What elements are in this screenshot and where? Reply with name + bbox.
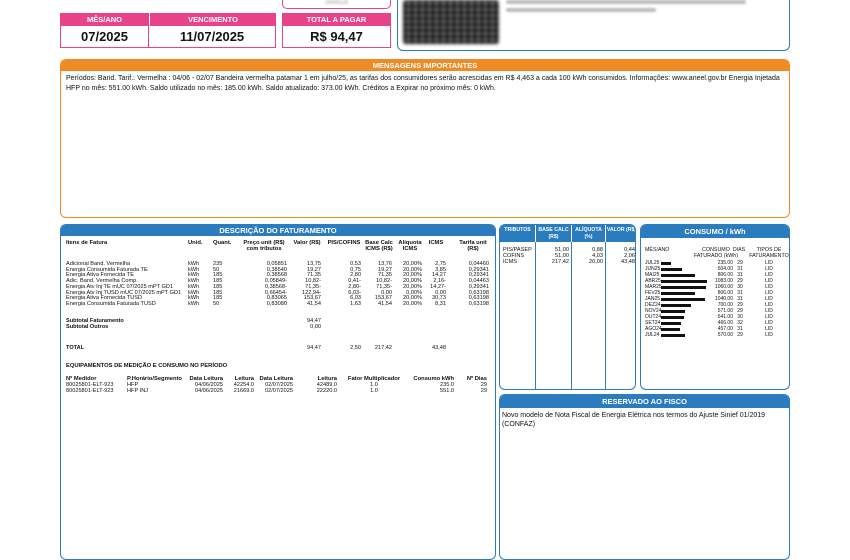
qr-code-image (403, 0, 499, 44)
billing-header-2: Quant. (213, 240, 232, 246)
fisco-title: RESERVADO AO FISCO (500, 395, 789, 408)
due-value: 11/07/2025 (149, 26, 276, 48)
equipment-cell: 21669.0 (233, 387, 254, 394)
billing-cell: 41,54 (378, 300, 392, 307)
billing-cell: kWh (188, 300, 200, 307)
equipment-cell: 551.0 (440, 387, 454, 394)
month-value: 07/2025 (60, 26, 149, 48)
total-base: 217,42 (374, 345, 392, 351)
billing-cell: Energia Consumida Faturada TUSD (66, 300, 156, 307)
consumption-bar (661, 279, 707, 283)
billing-cell: 41,54 (307, 300, 321, 307)
billing-cell: 0,83080 (266, 300, 287, 307)
consumption-bar (661, 273, 696, 277)
total-value: 94,47 (307, 345, 321, 351)
billing-header-5: PIS/COFINS (327, 240, 361, 246)
equipment-cell: 80025801-ELT-923 (66, 387, 114, 394)
consumption-bar (661, 291, 696, 295)
blurred-text-line (506, 0, 746, 4)
month-label: MÊS/ANO (60, 13, 149, 26)
due-label: VENCIMENTO (149, 13, 276, 26)
taxes-header-3: VALOR (R$) (605, 225, 635, 242)
billing-cell: 20,00% (403, 300, 422, 307)
total-icms: 43,48 (432, 345, 446, 351)
subtotal-out-label: Subtotal Outros (66, 324, 109, 330)
consumption-bar (661, 309, 686, 313)
equipment-cell: HFP INJ (127, 387, 149, 394)
messages-title: MENSAGENS IMPORTANTES (61, 60, 789, 71)
billing-panel: DESCRIÇÃO DO FATURAMENTO Itens de Fatura… (60, 224, 496, 560)
billing-header-0: Itens de Fatura (66, 240, 108, 246)
consumption-bar (661, 321, 681, 325)
equipment-cell: 29 (480, 387, 487, 394)
equipment-title: EQUIPAMENTOS DE MEDIÇÃO E CONSUMO NO PER… (66, 363, 228, 369)
qr-code-box (397, 0, 790, 51)
consumption-month: JUL24 (645, 332, 660, 338)
taxes-cell: 217,42 (551, 259, 569, 266)
consumption-bar (661, 285, 707, 289)
consumption-bar (661, 315, 684, 319)
total-label: TOTAL A PAGAR (282, 13, 391, 26)
consumption-header-3: TIPOS DE FATURAMENTO (749, 247, 789, 260)
billing-header-1: Unid. (188, 240, 203, 246)
consumption-header-0: MÊS/ANO (645, 247, 670, 253)
blurred-text-line (506, 8, 656, 12)
messages-panel: MENSAGENS IMPORTANTES Períodos: Band. Ta… (60, 59, 790, 218)
consumption-bar (661, 297, 706, 301)
consumption-bar (661, 303, 691, 307)
total-value: R$ 94,47 (282, 26, 391, 48)
taxes-header-0: TRIBUTOS (500, 225, 535, 242)
consumption-title: CONSUMO / kWh (641, 225, 789, 238)
billing-title: DESCRIÇÃO DO FATURAMENTO (61, 225, 495, 236)
billing-header-3: Preço unit (R$) com tributos (243, 240, 285, 253)
consumption-header-2: DIAS (732, 247, 746, 253)
consumption-bar (661, 267, 683, 271)
taxes-cell: ICMS (503, 259, 517, 266)
consumption-type: LID (765, 332, 773, 338)
consumption-kwh: 570.00 (717, 332, 733, 338)
billing-cell: 1,63 (350, 300, 361, 307)
total-label: TOTAL (66, 345, 85, 351)
billing-header-4: Valor (R$) (293, 240, 321, 246)
equipment-cell: 1.0 (370, 387, 378, 394)
subtotal-out-value: 0,00 (310, 324, 321, 330)
top-stub-box: 2994526 (282, 0, 391, 9)
consumption-bar (661, 327, 681, 331)
consumption-panel: CONSUMO / kWh MÊS/ANO CONSUMO FATURADO (k… (640, 224, 790, 390)
billing-cell: 50 (213, 300, 220, 307)
billing-cell: 0,63198 (468, 300, 489, 307)
total-pis: 2,50 (350, 345, 361, 351)
stub-number: 2994526 (324, 0, 349, 6)
taxes-header-2: ALÍQUOTA (%) (571, 225, 605, 242)
taxes-header-1: BASE CALC (R$) (535, 225, 571, 242)
taxes-cell: 20,00 (589, 259, 603, 266)
billing-header-8: ICMS (428, 240, 444, 246)
taxes-panel: TRIBUTOS BASE CALC (R$) ALÍQUOTA (%) VALOR … (499, 224, 636, 390)
taxes-table: TRIBUTOS BASE CALC (R$) ALÍQUOTA (%) VALOR … (500, 225, 635, 389)
equipment-cell: 02/07/2025 (265, 387, 293, 394)
consumption-bar (661, 333, 686, 337)
fisco-text: Novo modelo de Nota Fiscal de Energia El… (502, 412, 766, 428)
fisco-panel: RESERVADO AO FISCO Novo modelo de Nota F… (499, 394, 790, 560)
messages-text: Períodos: Band. Tarif.: Vermelha : 04/06… (66, 75, 780, 92)
billing-table: Itens de Fatura Unid. Quant. Preço unit (R$… (61, 238, 495, 558)
consumption-days: 29 (737, 332, 743, 338)
billing-header-9: Tarifa unit (R$) (459, 240, 487, 253)
billing-cell: 8,31 (435, 300, 446, 307)
taxes-cell: 43,48 (621, 259, 635, 266)
billing-header-6: Base Calc ICMS (R$) (365, 240, 393, 253)
equipment-cell: 04/06/2025 (195, 387, 223, 394)
equipment-cell: 22220.0 (316, 387, 337, 394)
consumption-table: MÊS/ANO CONSUMO FATURADO (kWh) DIAS TIPOS D… (641, 239, 789, 389)
consumption-bar (661, 261, 671, 265)
